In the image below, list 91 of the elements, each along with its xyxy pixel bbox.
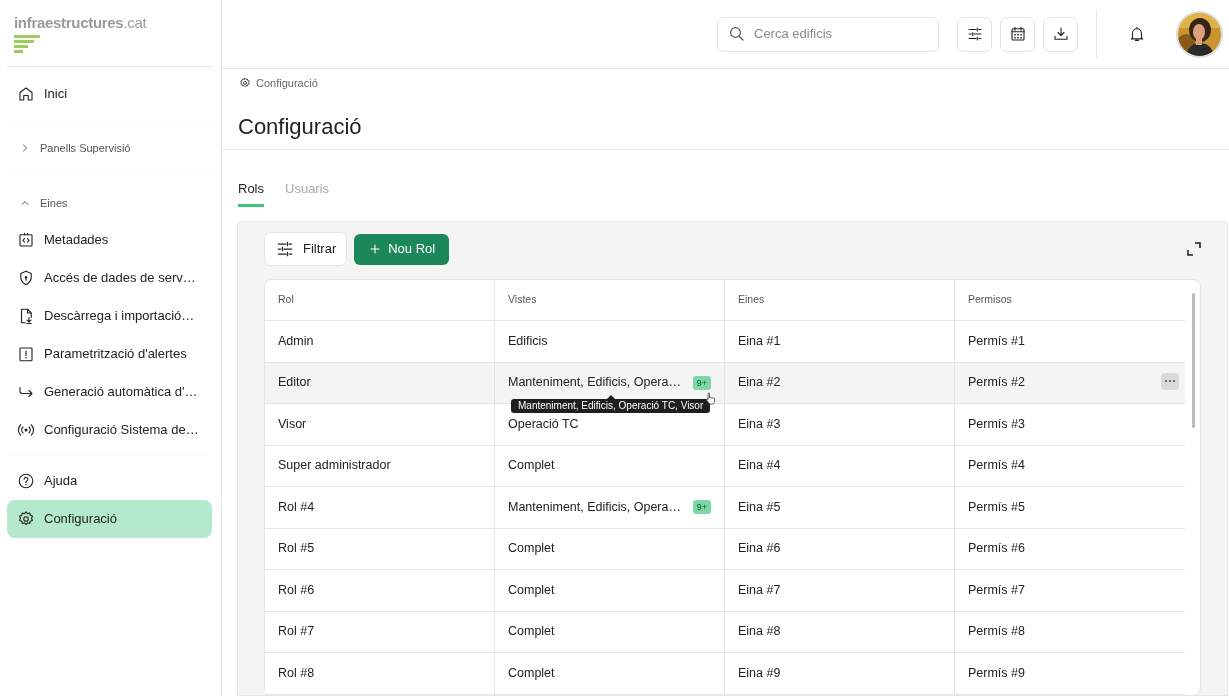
count-badge[interactable]: 9+ bbox=[692, 500, 711, 515]
table-cell-text: Edificis bbox=[508, 332, 548, 350]
sliders-icon bbox=[275, 239, 295, 259]
scrollbar-thumb[interactable] bbox=[1192, 292, 1195, 428]
expand-icon bbox=[1187, 242, 1201, 256]
table-cell-text: Eina #9 bbox=[738, 664, 781, 682]
table-cell-text: Eina #8 bbox=[738, 623, 781, 641]
table-cell-text: Editor bbox=[278, 374, 311, 392]
table-row[interactable]: Rol #6 Complet Eina #7 Permís #7 bbox=[265, 570, 1185, 612]
table-row[interactable]: Admin Edificis Eina #1 Permís #1 bbox=[265, 321, 1185, 363]
search-icon bbox=[728, 25, 746, 43]
sidebar-item[interactable]: Generació automàtica d'… bbox=[7, 373, 212, 411]
sidebar-item[interactable]: Parametrització d'alertes bbox=[7, 335, 212, 373]
breadcrumb-link[interactable]: Configuració bbox=[256, 74, 318, 92]
table-cell-text: Complet bbox=[508, 581, 555, 599]
more-icon bbox=[1164, 379, 1176, 383]
table-cell-text: Eina #3 bbox=[738, 415, 781, 433]
table-cell-text: Complet bbox=[508, 457, 555, 475]
table-row[interactable]: Rol #7 Complet Eina #8 Permís #8 bbox=[265, 611, 1185, 653]
table-cell-text: Complet bbox=[508, 623, 555, 641]
search-field[interactable]: Cerca edificis bbox=[717, 16, 939, 52]
expand-button[interactable] bbox=[1187, 242, 1201, 256]
table-cell-text: Eina #7 bbox=[738, 581, 781, 599]
table-cell-text: Complet bbox=[508, 540, 555, 558]
add-button[interactable]: Nou Rol bbox=[354, 233, 450, 265]
table-cell-text: Permís #5 bbox=[968, 498, 1025, 516]
table-cell-text: Complet bbox=[508, 664, 555, 682]
table-cell-text: Eina #6 bbox=[738, 540, 781, 558]
group-header[interactable]: Eines bbox=[7, 185, 212, 221]
table-cell-text: Rol #6 bbox=[278, 581, 315, 599]
column-header: Permisos bbox=[968, 291, 1012, 307]
help-icon bbox=[17, 472, 35, 490]
table-row[interactable]: Rol #5 Complet Eina #6 Permís #6 bbox=[265, 528, 1185, 570]
more-button[interactable] bbox=[1161, 372, 1179, 390]
table-cell-text: Permís #2 bbox=[968, 374, 1025, 392]
column-header: Eines bbox=[738, 291, 765, 307]
sidebar-item[interactable]: Descàrrega i importació… bbox=[7, 297, 212, 335]
table-cell-text: Operació TC bbox=[508, 415, 579, 433]
sidebar-item[interactable]: Accés de dades de serv… bbox=[7, 259, 212, 297]
plus-icon bbox=[368, 242, 383, 256]
column-header: Rol bbox=[278, 291, 294, 307]
table-cell-text: Eina #1 bbox=[738, 332, 781, 350]
logo-text: infraestructures.cat bbox=[14, 14, 148, 32]
logo-stripes-icon bbox=[14, 35, 40, 53]
calendar-icon bbox=[1008, 25, 1027, 43]
table-cell-text: Manteniment, Edificis, Opera… bbox=[508, 374, 681, 392]
group-header[interactable]: Panells Supervisió bbox=[7, 130, 212, 166]
settings-icon bbox=[17, 510, 35, 528]
table-cell-text: Eina #5 bbox=[738, 498, 781, 516]
table-row[interactable]: Rol #4 Manteniment, Edificis, Opera… 9+ Eina #5 Permís #5 bbox=[265, 487, 1185, 529]
table-cell-text: Rol #7 bbox=[278, 623, 315, 641]
download-icon bbox=[1051, 25, 1070, 43]
tab[interactable]: Rols bbox=[238, 179, 264, 207]
sidebar-item[interactable]: Inici bbox=[7, 75, 212, 113]
alert-icon bbox=[17, 345, 35, 363]
column-header: Vistes bbox=[508, 291, 537, 307]
table-cell-text: Rol #8 bbox=[278, 664, 315, 682]
code-icon bbox=[17, 231, 35, 249]
table-row[interactable]: Super administrador Complet Eina #4 Permís #4 bbox=[265, 445, 1185, 487]
page-title: Configuració bbox=[238, 113, 363, 141]
table-cell-text: Eina #2 bbox=[738, 374, 781, 392]
table-cell-text: Permís #4 bbox=[968, 457, 1025, 475]
broadcast-icon bbox=[17, 421, 35, 439]
table-cell-text: Manteniment, Edificis, Opera… bbox=[508, 498, 681, 516]
filter-button[interactable] bbox=[957, 16, 992, 52]
home-icon bbox=[17, 85, 35, 103]
table-cell-text: Admin bbox=[278, 332, 314, 350]
count-badge[interactable]: 9+ bbox=[692, 375, 711, 390]
table-cell-text: Permís #9 bbox=[968, 664, 1025, 682]
table-row[interactable]: Rol #8 Complet Eina #9 Permís #9 bbox=[265, 653, 1185, 695]
sidebar-item[interactable]: Metadades bbox=[7, 221, 212, 259]
table-cell-text: Eina #4 bbox=[738, 457, 781, 475]
calendar-button[interactable] bbox=[1000, 16, 1035, 52]
table-cell-text: Permís #8 bbox=[968, 623, 1025, 641]
table-cell-text: Rol #5 bbox=[278, 540, 315, 558]
table-cell-text: Rol #4 bbox=[278, 498, 315, 516]
settings-icon bbox=[239, 77, 251, 89]
table-cell-text: Permís #6 bbox=[968, 540, 1025, 558]
filter-button[interactable]: Filtrar bbox=[264, 232, 348, 266]
shield-icon bbox=[17, 269, 35, 287]
search-input[interactable]: Cerca edificis bbox=[752, 23, 922, 45]
download-button[interactable] bbox=[1043, 16, 1078, 52]
table-cell-text: Permís #1 bbox=[968, 332, 1025, 350]
sliders-icon bbox=[965, 25, 984, 43]
sidebar-item[interactable]: Configuració Sistema de… bbox=[7, 411, 212, 449]
sidebar-item[interactable]: Configuració bbox=[7, 500, 212, 538]
table-cell-text: Permís #7 bbox=[968, 581, 1025, 599]
table-cell-text: Permís #3 bbox=[968, 415, 1025, 433]
table-cell-text: Super administrador bbox=[278, 457, 391, 475]
table-cell-text: Visor bbox=[278, 415, 307, 433]
sidebar-item[interactable]: Ajuda bbox=[7, 462, 212, 500]
